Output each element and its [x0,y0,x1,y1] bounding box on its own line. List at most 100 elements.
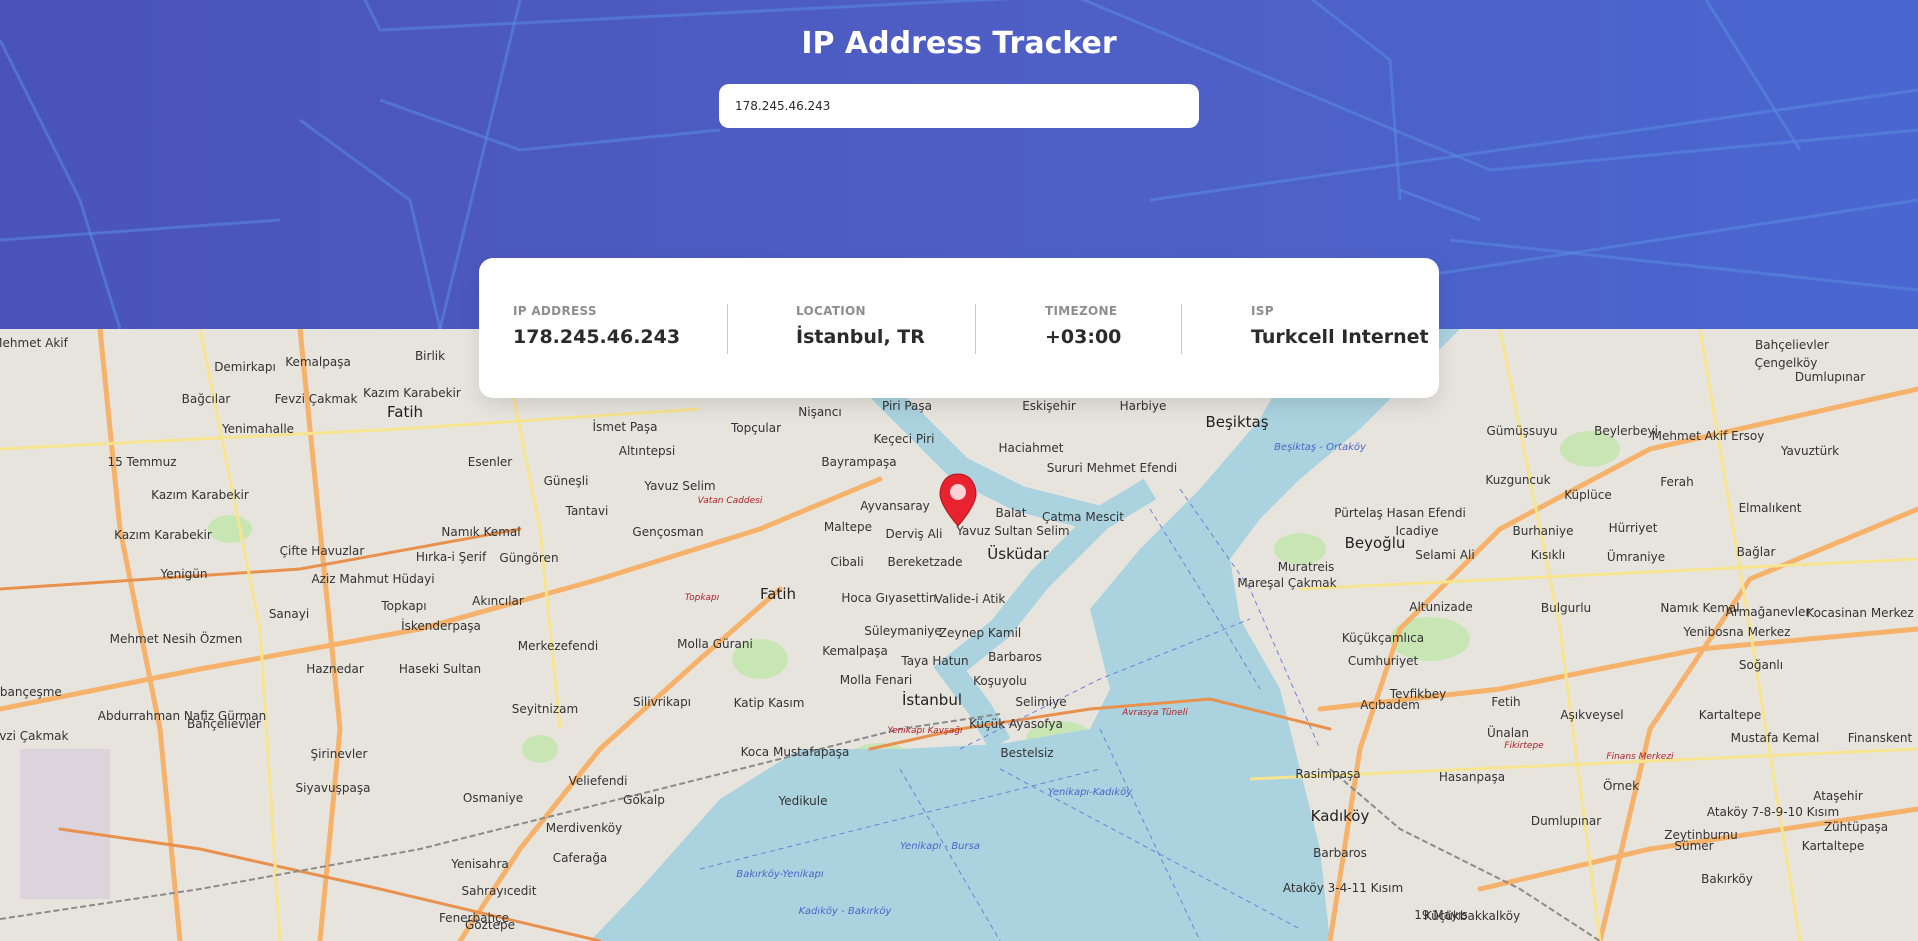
map-place-label: Yavuztürk [1780,444,1839,458]
map-place-label: Gümüşsuyu [1486,424,1557,438]
map-place-label: Süleymaniye [864,624,942,638]
timezone-label: TIMEZONE [1045,304,1118,318]
map-water-label: Yenikapı - Bursa [900,841,980,852]
map-place-label: Yenibosna Merkez [1683,625,1791,639]
ip-address-cell: IP ADDRESS 178.245.46.243 [513,304,680,348]
map-place-label: Hırka-i Şerif [416,550,487,564]
map-place-label: İsmet Paşa [592,419,657,434]
map-place-label: Kartaltepe [1699,708,1761,722]
map-place-label: Sanayi [269,607,309,621]
map-place-label: Sahrayıcedit [462,884,537,898]
map-place-label: Örnek [1603,777,1639,793]
map-place-label: Yenisahra [450,857,509,871]
map-place-label: Bahçelievler [1755,338,1829,352]
map-place-label: Gençosman [632,525,703,539]
map-place-label: Tantavi [565,504,609,518]
map-place-label: Kazım Karabekir [114,528,212,542]
map-place-label: Fatih [760,585,796,603]
map-place-label: Harbiye [1120,399,1167,413]
map-place-label: Haznedar [306,662,364,676]
map-place-label: Çifte Havuzlar [280,544,365,558]
map-place-label: Beşiktaş [1205,413,1268,431]
map-place-label: Mehmet Akif [0,336,69,350]
map-place-label: Yenimahalle [221,422,294,436]
map-place-label: Molla Gürani [677,637,753,651]
map-place-label: Barbaros [1313,846,1367,860]
map-place-label: Kemalpaşa [822,644,888,658]
ip-search-input[interactable] [719,84,1199,128]
map-place-label: Kadıköy [1311,807,1370,825]
map-place-label: Ayvansaray [860,499,930,513]
map-place-label: Bağcılar [182,392,231,406]
map-place-label: Bestelsiz [1000,746,1053,760]
map-place-label: Cumhuriyet [1348,654,1419,668]
map-place-label: Birlik [415,349,445,363]
map-road-label: Finans Merkezi [1606,752,1674,762]
map-place-label: Mareşal Çakmak [1237,576,1336,590]
map-place-label: Siyavuşpaşa [296,781,371,795]
map-place-label: Bayrampaşa [821,455,896,469]
location-label: LOCATION [796,304,866,318]
map-place-label: Soğanlı [1739,658,1783,672]
map-place-label: Topçular [730,421,781,435]
map-road-label: Vatan Caddesi [698,496,763,506]
map-place-label: Küçükbakkalköy [1424,909,1520,923]
map-place-label: 15 Temmuz [107,455,176,469]
map-place-label: Gökalp [623,793,665,807]
map-place-label: Çobançeşme [0,685,62,699]
isp-label: ISP [1251,304,1274,318]
map-place-label: Çengelköy [1755,356,1818,370]
map-place-label: Altıntepsi [619,444,675,458]
map-place-label: Bağlar [1737,545,1776,559]
map-place-label: Armağanevler [1726,605,1811,619]
map-place-label: Merkezefendi [518,639,598,653]
map-road-label: Topkapı [685,593,720,603]
map-place-label: Muratreis [1278,560,1335,574]
map-place-label: Pürtelaş Hasan Efendi [1334,506,1466,520]
map-place-label: Osmaniye [463,791,523,805]
map-place-label: Icadiye [1396,524,1439,538]
map-place-label: Kısıklı [1531,548,1565,562]
map-road-label: Fikirtepe [1504,741,1544,751]
map-place-label: Zeynep Kamil [939,626,1022,640]
map-place-label: Beylerbeyi [1594,424,1658,438]
divider [727,304,728,354]
map-place-label: Nişancı [798,405,841,419]
map-place-label: Fatih [387,403,423,421]
map-place-label: Fetih [1491,695,1520,709]
map-water-label: Yenikapı-Kadıköy [1048,787,1133,798]
timezone-value: +03:00 [1045,326,1122,348]
map-place-label: Kazım Karabekir [363,386,461,400]
map-place-label: Küçükçamlıca [1342,631,1424,645]
map-place-label: Yenigün [160,567,208,581]
map-place-label: Fevzi Çakmak [0,729,68,743]
map-place-label: Selami Ali [1415,548,1474,562]
map-canvas[interactable]: Mehmet Akif Demirkapı Kemalpaşa Birlik Bağcı… [0,329,1918,941]
divider [975,304,976,354]
map-road-label: Avrasya Tüneli [1121,708,1188,718]
map-place-label: Yavuz Sultan Selim [955,524,1069,538]
map-place-label: Mehmet Nesih Özmen [110,630,243,646]
map-place-label: Kazım Karabekir [151,488,249,502]
search-bar[interactable] [719,84,1199,128]
map-place-label: Haciahmet [998,441,1063,455]
map-place-label: Rasimpaşa [1295,767,1360,781]
map-place-label: Acıbadem [1360,698,1420,712]
map-place-label: Hoca Gıyasettin [841,591,936,605]
map-place-label: Aşıkveysel [1560,708,1623,722]
map-place-label: Fevzi Çakmak [275,392,358,406]
map-place-label: Yavuz Selim [643,479,715,493]
map-place-label: Esenler [468,455,513,469]
map-place-label: Merdivenköy [546,821,622,835]
map-view[interactable]: Mehmet Akif Demirkapı Kemalpaşa Birlik Bağcı… [0,329,1918,941]
map-place-label: Taya Hatun [900,654,968,668]
map-place-label: Güneşli [544,474,589,488]
map-place-label: Altunizade [1409,600,1472,614]
map-place-label: Sururi Mehmet Efendi [1047,461,1178,475]
map-water-label: Kadıköy - Bakırköy [799,906,893,917]
map-place-label: Dumlupınar [1795,370,1865,384]
location-value: İstanbul, TR [796,326,925,348]
map-place-label: Ünalan [1487,724,1529,740]
map-place-label: Caferağa [553,851,608,865]
map-place-label: Küplüce [1564,488,1611,502]
